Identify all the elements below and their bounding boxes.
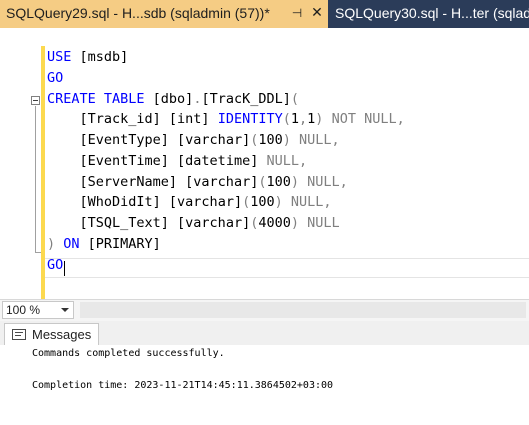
code-token: [varchar] (177, 132, 251, 148)
tab-title: SQLQuery29.sql - H...sdb (sqladmin (57))… (6, 5, 270, 21)
code-line: GO (47, 255, 405, 276)
code-line: [WhoDidIt] [varchar](100) NULL, (47, 192, 405, 213)
messages-icon (12, 329, 26, 340)
zoom-bar: 100 % (0, 299, 529, 321)
code-token: [ServerName] (47, 173, 186, 190)
tab-sqlquery29[interactable]: SQLQuery29.sql - H...sdb (sqladmin (57))… (0, 0, 328, 28)
code-token: [WhoDidIt] (47, 194, 169, 211)
code-token: ) (282, 132, 291, 148)
code-line: GO (47, 68, 405, 89)
zoom-dropdown[interactable]: 100 % (2, 301, 74, 319)
document-tab-strip: SQLQuery29.sql - H...sdb (sqladmin (57))… (0, 0, 529, 28)
tab-sqlquery30[interactable]: SQLQuery30.sql - H...ter (sqladmin (330, 0, 529, 28)
tab-messages-label: Messages (32, 327, 92, 342)
code-token: [dbo] (144, 90, 194, 107)
code-token: NULL (299, 215, 340, 231)
code-token: NULL, (282, 194, 332, 211)
code-token: USE (47, 49, 72, 65)
code-token: [EventType] (47, 132, 178, 148)
code-token: 1 (290, 111, 300, 128)
code-line: [TSQL_Text] [varchar](4000) NULL (47, 213, 405, 234)
code-token: NULL, (258, 152, 308, 169)
chevron-down-icon (61, 308, 69, 312)
code-token: ) (290, 173, 299, 190)
text-cursor (64, 261, 65, 276)
code-line: [EventTime] [datetime] NULL, (47, 151, 405, 172)
tab-title: SQLQuery30.sql - H...ter (sqladmin (335, 5, 529, 21)
code-token: 100 (250, 194, 275, 211)
code-token: , (299, 111, 308, 128)
code-token: ) (47, 235, 56, 252)
code-token: [varchar] (177, 215, 251, 231)
code-token: [msdb] (71, 49, 129, 65)
collapse-icon[interactable] (31, 96, 40, 105)
code-token: 100 (258, 132, 283, 148)
code-token: [datetime] (177, 152, 259, 169)
code-token: 4000 (258, 215, 291, 231)
code-token: NOT NULL, (323, 111, 405, 128)
code-line: USE [msdb] (47, 47, 405, 68)
code-token: [varchar] (185, 173, 259, 190)
outline-line (35, 106, 36, 252)
code-line: [EventType] [varchar](100) NULL, (47, 130, 405, 151)
outline-line-end (35, 252, 41, 253)
code-token: [int] (168, 111, 210, 128)
editor-gutter (0, 28, 44, 299)
results-tab-row: Messages (0, 321, 529, 345)
code-token: [PRIMARY] (87, 235, 161, 252)
results-pane: Messages Commands completed successfully… (0, 321, 529, 425)
code-token: ( (290, 90, 300, 107)
code-token: [EventTime] (47, 152, 178, 169)
code-token: IDENTITY (217, 111, 283, 128)
tab-messages[interactable]: Messages (4, 323, 99, 345)
code-token: [TracK_DDL] (201, 90, 291, 107)
code-token: ON (55, 235, 88, 252)
code-token: NULL, (290, 132, 340, 148)
code-token: ( (282, 111, 291, 128)
code-token: ) (290, 215, 299, 231)
code-token: [varchar] (168, 194, 243, 211)
code-token: NULL, (299, 173, 348, 190)
code-token: [Track_id] (47, 111, 169, 128)
query-editor[interactable]: USE [msdb] GO CREATE TABLE [dbo].[TracK_DD… (0, 28, 529, 300)
close-icon[interactable]: ✕ (310, 4, 324, 22)
code-line: ) ON [PRIMARY] (47, 234, 405, 255)
code-line: [ServerName] [varchar](100) NULL, (47, 172, 405, 193)
code-token: CREATE TABLE (47, 90, 145, 107)
pin-icon[interactable]: ⊣ (290, 4, 304, 22)
message-line: Commands completed successfully. (32, 348, 225, 359)
message-line: Completion time: 2023-11-21T14:45:11.386… (32, 380, 334, 391)
zoom-value: 100 % (6, 303, 41, 317)
code-token: GO (47, 256, 64, 273)
code-token: [TSQL_Text] (47, 215, 178, 231)
sql-code[interactable]: USE [msdb] GO CREATE TABLE [dbo].[TracK_DD… (47, 47, 405, 275)
code-token: ) (274, 194, 283, 211)
code-line: [Track_id] [int] IDENTITY(1,1) NOT NULL, (47, 109, 405, 130)
horizontal-scrollbar[interactable] (80, 302, 526, 318)
code-token: ( (242, 194, 251, 211)
code-token: GO (47, 69, 64, 86)
code-line: CREATE TABLE [dbo].[TracK_DDL]( (47, 89, 405, 110)
code-token: 100 (266, 173, 291, 190)
